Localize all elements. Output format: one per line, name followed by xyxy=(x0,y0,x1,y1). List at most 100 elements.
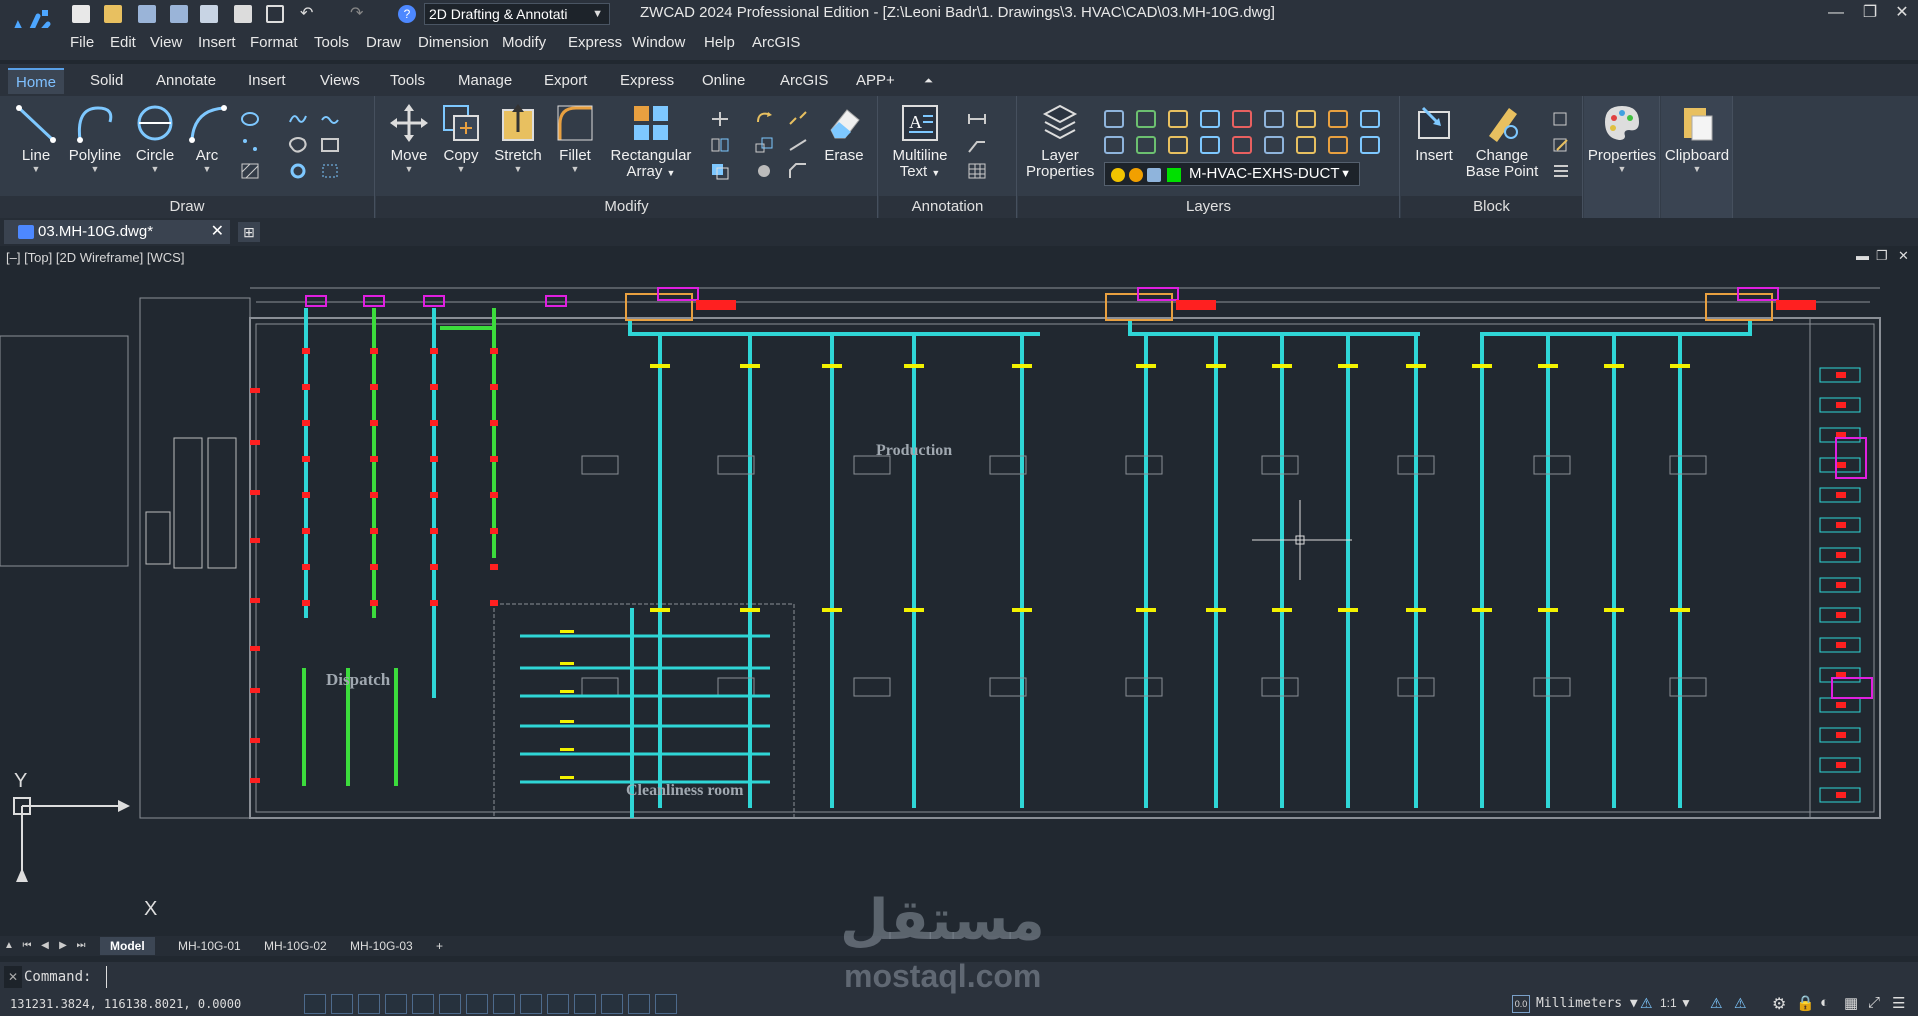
clipboard-tool[interactable]: Clipboard ▼ xyxy=(1663,102,1731,174)
status-toggle-icon[interactable] xyxy=(385,994,407,1014)
layer-tool-icon[interactable] xyxy=(1104,136,1124,154)
hvac-drawing[interactable] xyxy=(0,248,1918,936)
drawing-viewport[interactable]: [–] [Top] [2D Wireframe] [WCS] ▬ ❐ ✕ Pro… xyxy=(0,248,1918,936)
layout-up-icon[interactable]: ▲ xyxy=(2,938,16,954)
rotate-icon[interactable] xyxy=(754,110,774,128)
tab-arcgis[interactable]: ArcGIS xyxy=(772,68,836,94)
batch-plot-icon[interactable] xyxy=(200,5,218,23)
copy-tool[interactable]: Copy ▼ xyxy=(438,102,484,174)
offset-icon[interactable] xyxy=(710,162,730,180)
multiline-text-tool[interactable]: A Multiline Text ▼ xyxy=(887,102,953,181)
create-block-icon[interactable] xyxy=(1551,110,1571,128)
donut-icon[interactable] xyxy=(288,162,308,180)
polyline-dropdown-icon[interactable]: ▼ xyxy=(64,164,126,174)
modify-panel-title[interactable]: Modify xyxy=(376,196,877,218)
status-toggle-icon[interactable] xyxy=(331,994,353,1014)
arc-dropdown-icon[interactable]: ▼ xyxy=(184,164,230,174)
stretch-tool[interactable]: Stretch ▼ xyxy=(490,102,546,174)
command-close-icon[interactable]: ✕ xyxy=(4,966,22,988)
layer-tool-icon[interactable] xyxy=(1136,136,1156,154)
hatch-icon[interactable] xyxy=(240,162,260,180)
array-dropdown-icon[interactable]: ▼ xyxy=(667,168,676,178)
tab-views[interactable]: Views xyxy=(312,68,368,94)
viewport-restore-icon[interactable]: ❐ xyxy=(1876,248,1888,264)
change-base-point-tool[interactable]: Change Base Point xyxy=(1465,102,1539,180)
move-tool[interactable]: Move ▼ xyxy=(386,102,432,174)
viewport-controls-label[interactable]: [–] [Top] [2D Wireframe] [WCS] xyxy=(6,250,184,265)
maximize-button[interactable]: ❐ xyxy=(1852,0,1888,28)
menu-insert[interactable]: Insert xyxy=(198,34,236,51)
menu-format[interactable]: Format xyxy=(250,34,298,51)
annotation-scale-icon[interactable]: ⚠ xyxy=(1640,995,1658,1013)
properties-tool[interactable]: Properties ▼ xyxy=(1586,102,1658,174)
polyline-tool[interactable]: Polyline ▼ xyxy=(64,102,126,174)
layer-tool-icon[interactable] xyxy=(1232,110,1252,128)
drawing-units[interactable]: Millimeters ▼ xyxy=(1536,996,1638,1011)
menu-express[interactable]: Express xyxy=(568,34,622,51)
layer-tool-icon[interactable] xyxy=(1296,136,1316,154)
tab-online[interactable]: Online xyxy=(694,68,753,94)
break-icon[interactable] xyxy=(788,110,808,128)
layer-on-icon[interactable] xyxy=(1111,168,1125,182)
menu-draw[interactable]: Draw xyxy=(366,34,401,51)
layer-color-swatch[interactable] xyxy=(1167,168,1181,182)
auto-scale-icon[interactable]: ⚠ xyxy=(1734,995,1747,1012)
menu-modify[interactable]: Modify xyxy=(502,34,546,51)
clipboard-dropdown-icon[interactable]: ▼ xyxy=(1663,164,1731,174)
trim-icon[interactable] xyxy=(710,110,730,128)
draw-panel-title[interactable]: Draw xyxy=(0,196,374,218)
workspace-gear-icon[interactable]: ⚙ xyxy=(1772,994,1786,1014)
help-icon[interactable]: ? xyxy=(398,5,416,23)
leader-icon[interactable] xyxy=(967,136,987,154)
circle-tool[interactable]: Circle ▼ xyxy=(130,102,180,174)
layer-properties-tool[interactable]: Layer Properties xyxy=(1026,102,1094,180)
tab-export[interactable]: Export xyxy=(536,68,595,94)
customization-icon[interactable]: ☰ xyxy=(1892,994,1905,1012)
layer-tool-icon[interactable] xyxy=(1360,136,1380,154)
explode-icon[interactable] xyxy=(754,162,774,180)
cursor-coordinates[interactable]: 131231.3824, 116138.8021, 0.0000 xyxy=(10,997,241,1011)
new-tab-button[interactable]: ⊞ xyxy=(238,222,260,242)
workspace-select[interactable]: 2D Drafting & Annotati ▼ xyxy=(424,3,610,25)
redo-icon[interactable]: ↷ xyxy=(350,5,368,23)
tab-tools[interactable]: Tools xyxy=(382,68,433,94)
undo-icon[interactable]: ↶ xyxy=(300,5,318,23)
status-toggle-icon[interactable] xyxy=(520,994,542,1014)
layout-tab-mh-10g-03[interactable]: MH-10G-03 xyxy=(340,937,423,955)
viewport-minimize-icon[interactable]: ▬ xyxy=(1856,248,1869,263)
menu-dimension[interactable]: Dimension xyxy=(418,34,489,51)
tab-express[interactable]: Express xyxy=(612,68,682,94)
new-file-icon[interactable] xyxy=(72,5,90,23)
status-toggle-icon[interactable] xyxy=(439,994,461,1014)
freehand-icon[interactable] xyxy=(320,110,340,128)
revcloud-icon[interactable] xyxy=(288,136,308,154)
edit-block-icon[interactable] xyxy=(1551,136,1571,154)
menu-view[interactable]: View xyxy=(150,34,182,51)
properties-dropdown-icon[interactable]: ▼ xyxy=(1586,164,1658,174)
layout-first-icon[interactable]: ⏮ xyxy=(20,938,34,954)
rectangle-icon[interactable] xyxy=(320,136,340,154)
point-icon[interactable] xyxy=(240,136,260,154)
status-toggle-icon[interactable] xyxy=(493,994,515,1014)
layer-tool-icon[interactable] xyxy=(1136,110,1156,128)
fillet-tool[interactable]: Fillet ▼ xyxy=(552,102,598,174)
table-icon[interactable] xyxy=(967,162,987,180)
layer-lock-icon[interactable] xyxy=(1147,168,1161,182)
scale-icon[interactable] xyxy=(754,136,774,154)
layer-tool-icon[interactable] xyxy=(1168,136,1188,154)
line-tool[interactable]: Line ▼ xyxy=(12,102,60,174)
save-as-icon[interactable] xyxy=(170,5,188,23)
block-panel-title[interactable]: Block xyxy=(1401,196,1582,218)
layer-tool-icon[interactable] xyxy=(1264,136,1284,154)
menu-window[interactable]: Window xyxy=(632,34,685,51)
copy-dropdown-icon[interactable]: ▼ xyxy=(438,164,484,174)
hardware-acceleration-icon[interactable]: ▦ xyxy=(1844,994,1858,1012)
stretch-dropdown-icon[interactable]: ▼ xyxy=(490,164,546,174)
clean-screen-icon[interactable]: ⤢ xyxy=(1868,994,1880,1011)
layout-prev-icon[interactable]: ◀ xyxy=(38,938,52,954)
ribbon-minimize-icon[interactable]: ⏶ xyxy=(916,68,941,94)
annotation-visibility-icon[interactable]: ⚠ xyxy=(1710,995,1723,1012)
arc-tool[interactable]: Arc ▼ xyxy=(184,102,230,174)
lock-ui-icon[interactable]: 🔒 xyxy=(1796,994,1815,1012)
isolate-objects-icon[interactable]: ◐ xyxy=(1820,994,1829,1011)
